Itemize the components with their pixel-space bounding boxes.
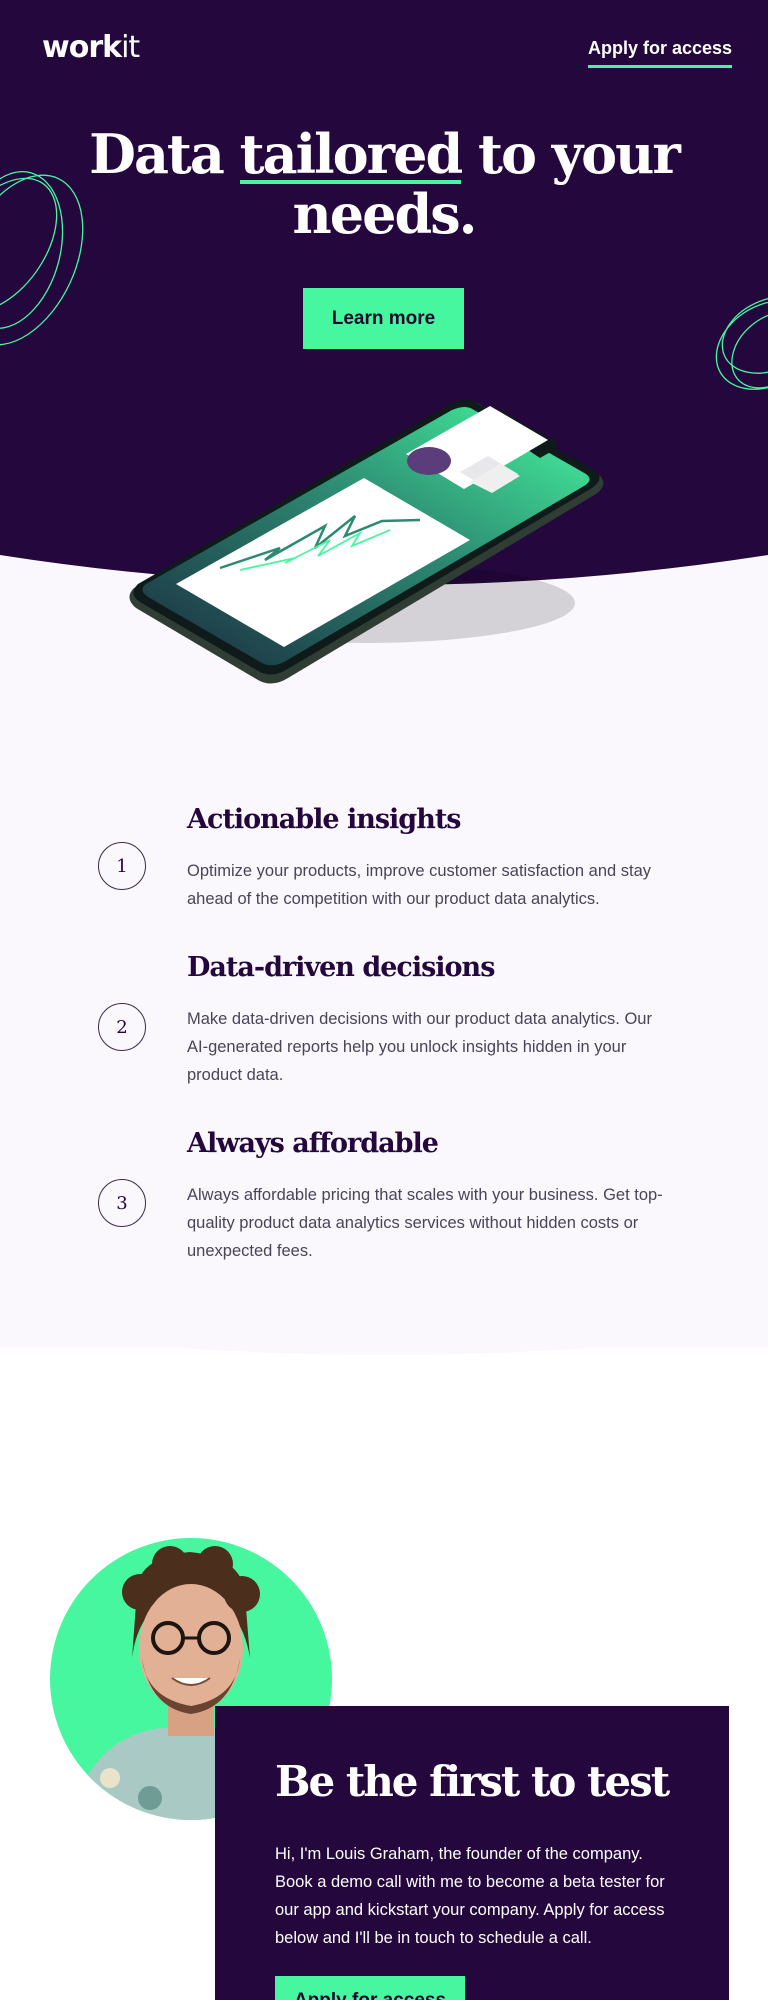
decorative-swirl-left	[0, 170, 84, 346]
founder-section-title: Be the first to test	[275, 1757, 670, 1806]
features-curve-divider	[0, 1300, 768, 1355]
feature-number-badge: 2	[98, 1003, 146, 1051]
feature-description: Always affordable pricing that scales wi…	[187, 1186, 663, 1260]
feature-title: Always affordable	[187, 1128, 439, 1159]
learn-more-button[interactable]: Learn more	[303, 288, 464, 349]
hero-title-start: Data	[89, 122, 240, 186]
feature-title: Data-driven decisions	[187, 952, 495, 983]
logo-bold: work	[42, 30, 122, 65]
apply-for-access-link[interactable]: Apply for access	[588, 38, 733, 68]
founder-description: Hi, I'm Louis Graham, the founder of the…	[275, 1845, 665, 1947]
feature-number-badge: 1	[98, 842, 146, 890]
feature-description: Optimize your products, improve customer…	[187, 862, 652, 908]
feature-title: Actionable insights	[187, 804, 461, 835]
hero-title: Data tailored to your needs.	[84, 124, 684, 244]
hero-title-underlined: tailored	[239, 122, 463, 186]
feature-number-badge: 3	[98, 1179, 146, 1227]
logo[interactable]: workit	[42, 30, 140, 65]
feature-description: Make data-driven decisions with our prod…	[187, 1010, 652, 1084]
phone-illustration	[129, 400, 604, 684]
apply-for-access-button[interactable]: Apply for access	[275, 1976, 465, 2000]
decorative-swirl-right	[715, 296, 768, 390]
logo-light: it	[121, 30, 140, 65]
